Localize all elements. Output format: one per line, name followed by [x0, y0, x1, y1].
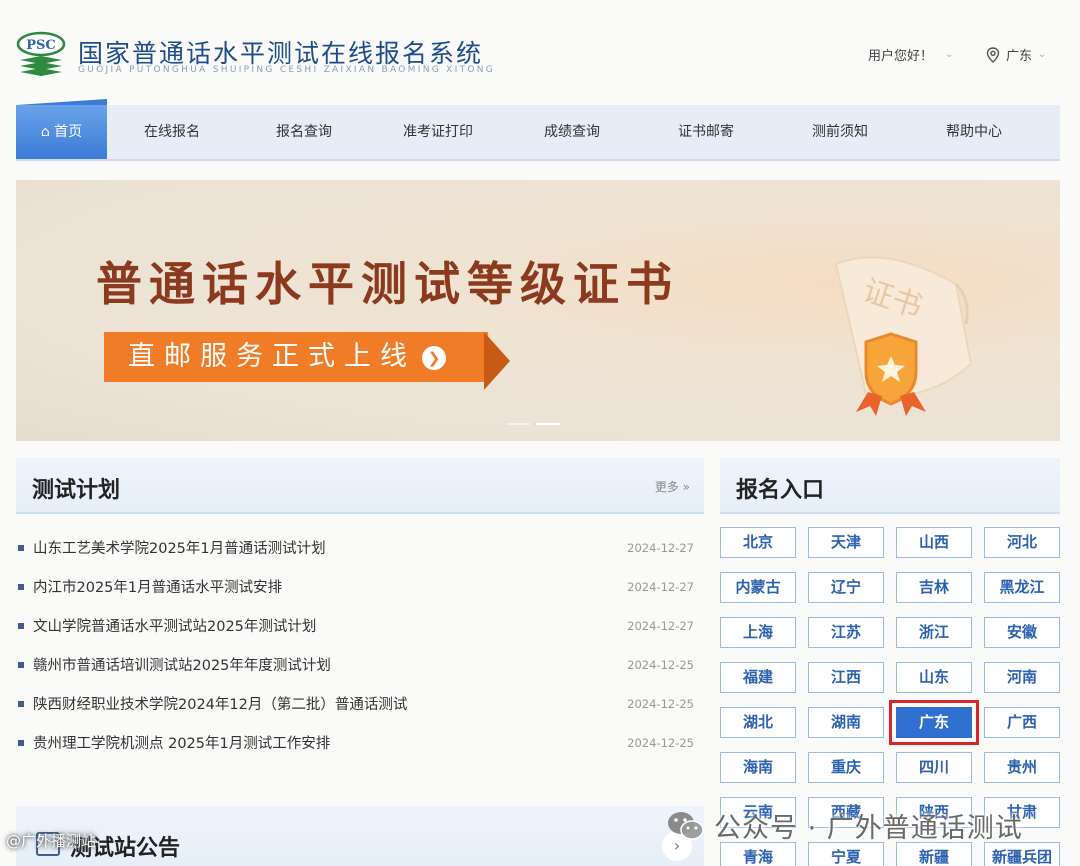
province-button[interactable]: 新疆兵团: [984, 842, 1060, 866]
site-subtitle: GUOJIA PUTONGHUA SHUIPING CESHI ZAIXIAN …: [78, 65, 496, 75]
plan-date: 2024-12-27: [627, 618, 694, 633]
province-button[interactable]: 福建: [720, 662, 796, 693]
plan-title[interactable]: 文山学院普通话水平测试站2025年测试计划: [33, 615, 316, 636]
nav-registration-query[interactable]: 报名查询: [237, 105, 371, 159]
province-button[interactable]: 江苏: [808, 617, 884, 648]
wechat-icon: [668, 811, 704, 840]
more-link[interactable]: 更多 »: [655, 478, 690, 495]
watermark-text: 公众号 · 广外普通话测试: [714, 813, 1023, 844]
province-button[interactable]: 青海: [720, 842, 796, 866]
user-greeting: 用户您好！: [868, 49, 934, 64]
province-button[interactable]: 山东: [896, 662, 972, 693]
test-plans-title: 测试计划: [32, 478, 121, 503]
plan-title[interactable]: 山东工艺美术学院2025年1月普通话测试计划: [33, 537, 326, 558]
bullet-icon: [18, 739, 24, 746]
certificate-illustration: 证书: [834, 256, 973, 416]
province-button[interactable]: 重庆: [808, 752, 884, 783]
list-item[interactable]: 山东工艺美术学院2025年1月普通话测试计划 2024-12-27: [16, 528, 704, 567]
header: PSC 国家普通话水平测试在线报名系统 GUOJIA PUTONGHUA SHU…: [0, 0, 1080, 100]
plan-title[interactable]: 贵州理工学院机测点 2025年1月测试工作安排: [33, 732, 330, 753]
province-button[interactable]: 湖南: [808, 707, 884, 738]
page: PSC 国家普通话水平测试在线报名系统 GUOJIA PUTONGHUA SHU…: [0, 0, 1080, 866]
list-item[interactable]: 赣州市普通话培训测试站2025年年度测试计划 2024-12-25: [16, 645, 704, 684]
bullet-icon: [18, 622, 24, 629]
chevron-down-icon: ⌄: [1038, 49, 1047, 60]
main-nav: ⌂ 首页 在线报名 报名查询 准考证打印 成绩查询 证书邮寄 测前须知 帮助中心: [16, 105, 1060, 161]
nav-help-center[interactable]: 帮助中心: [907, 105, 1041, 159]
watermark-small: @广外播测站: [6, 832, 97, 850]
plan-title[interactable]: 内江市2025年1月普通话水平测试安排: [33, 576, 282, 597]
home-icon: ⌂: [40, 124, 50, 140]
hero-banner[interactable]: 普通话水平测试等级证书 直邮服务正式上线 ❯ 证书: [16, 180, 1060, 441]
nav-certificate-mailing[interactable]: 证书邮寄: [639, 105, 773, 159]
province-button[interactable]: 四川: [896, 752, 972, 783]
registration-entry-title: 报名入口: [736, 478, 825, 503]
province-button[interactable]: 辽宁: [808, 572, 884, 603]
province-button[interactable]: 新疆: [896, 842, 972, 866]
province-button[interactable]: 河北: [984, 527, 1060, 558]
plan-date: 2024-12-27: [627, 540, 694, 555]
province-button[interactable]: 内蒙古: [720, 572, 796, 603]
carousel-indicators: [506, 423, 560, 425]
plan-date: 2024-12-25: [627, 657, 694, 672]
carousel-dot-active[interactable]: [536, 423, 560, 425]
nav-online-registration[interactable]: 在线报名: [107, 105, 237, 159]
bullet-icon: [18, 583, 24, 590]
region-label: 广东: [1006, 49, 1033, 64]
province-button[interactable]: 浙江: [896, 617, 972, 648]
province-button[interactable]: 黑龙江: [984, 572, 1060, 603]
banner-title: 普通话水平测试等级证书: [96, 257, 679, 311]
psc-logo[interactable]: PSC: [16, 30, 66, 80]
arrow-right-icon: ❯: [422, 346, 446, 370]
list-item[interactable]: 贵州理工学院机测点 2025年1月测试工作安排 2024-12-25: [16, 723, 704, 762]
province-button[interactable]: 湖北: [720, 707, 796, 738]
province-button[interactable]: 贵州: [984, 752, 1060, 783]
province-button[interactable]: 吉林: [896, 572, 972, 603]
test-plans-header: 测试计划 更多 »: [16, 458, 704, 514]
user-menu[interactable]: 用户您好！ ⌄: [868, 45, 953, 64]
svg-text:PSC: PSC: [26, 38, 56, 53]
province-button[interactable]: 山西: [896, 527, 972, 558]
station-notice-panel: 测试站公告 ›: [16, 806, 704, 866]
province-button[interactable]: 河南: [984, 662, 1060, 693]
province-button[interactable]: 北京: [720, 527, 796, 558]
nav-pre-test-notes[interactable]: 测前须知: [773, 105, 907, 159]
plan-title[interactable]: 赣州市普通话培训测试站2025年年度测试计划: [33, 654, 331, 675]
banner-cta-button[interactable]: 直邮服务正式上线 ❯: [104, 332, 488, 382]
list-item[interactable]: 文山学院普通话水平测试站2025年测试计划 2024-12-27: [16, 606, 704, 645]
wechat-watermark: 公众号 · 广外普通话测试: [666, 806, 1023, 845]
province-button[interactable]: 上海: [720, 617, 796, 648]
plan-date: 2024-12-25: [627, 696, 694, 711]
bullet-icon: [18, 700, 24, 707]
province-button[interactable]: 海南: [720, 752, 796, 783]
test-plans-panel: 测试计划 更多 » 山东工艺美术学院2025年1月普通话测试计划 2024-12…: [16, 458, 704, 788]
bullet-icon: [18, 544, 24, 551]
test-plans-list: 山东工艺美术学院2025年1月普通话测试计划 2024-12-27 内江市202…: [16, 514, 704, 762]
registration-entry-panel: 报名入口 北京 天津 山西 河北 内蒙古 辽宁 吉林 黑龙江 上海 江苏 浙江 …: [720, 458, 1060, 866]
province-button[interactable]: 广西: [984, 707, 1060, 738]
bullet-icon: [18, 661, 24, 668]
list-item[interactable]: 内江市2025年1月普通话水平测试安排 2024-12-27: [16, 567, 704, 606]
province-button[interactable]: 安徽: [984, 617, 1060, 648]
banner-cta-tail: [484, 332, 510, 390]
list-item[interactable]: 陕西财经职业技术学院2024年12月（第二批）普通话测试 2024-12-25: [16, 684, 704, 723]
province-button[interactable]: 天津: [808, 527, 884, 558]
region-selector[interactable]: 广东 ⌄: [986, 45, 1046, 64]
province-button-selected[interactable]: 广东: [889, 700, 979, 745]
nav-home[interactable]: ⌂ 首页: [16, 105, 107, 159]
nav-score-query[interactable]: 成绩查询: [505, 105, 639, 159]
chevron-down-icon: ⌄: [945, 49, 954, 60]
province-button[interactable]: 江西: [808, 662, 884, 693]
carousel-dot[interactable]: [506, 423, 530, 425]
province-button[interactable]: 宁夏: [808, 842, 884, 866]
plan-date: 2024-12-27: [627, 579, 694, 594]
nav-admission-ticket-print[interactable]: 准考证打印: [371, 105, 505, 159]
plan-title[interactable]: 陕西财经职业技术学院2024年12月（第二批）普通话测试: [33, 693, 407, 714]
plan-date: 2024-12-25: [627, 735, 694, 750]
registration-entry-header: 报名入口: [720, 458, 1060, 514]
location-pin-icon: [986, 46, 1000, 63]
